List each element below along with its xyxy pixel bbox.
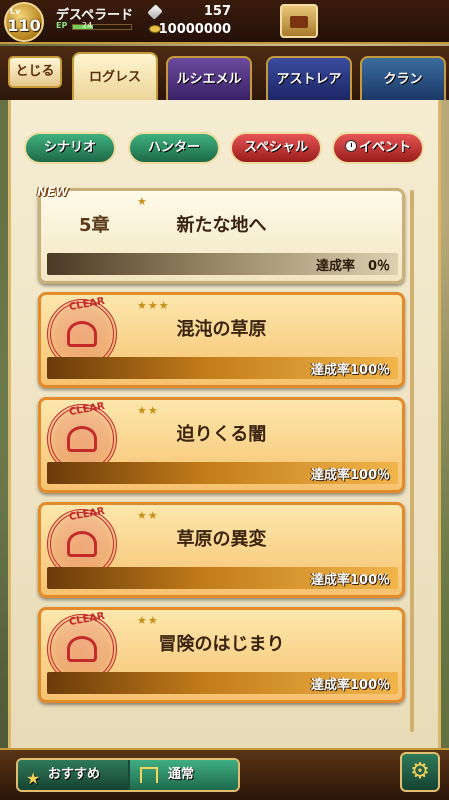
tab-logres[interactable]: ログレス xyxy=(72,52,158,100)
chapter-card-5[interactable]: NEW 5章 ★ 新たな地へ 達成率 0％ xyxy=(37,185,405,284)
gem-icon xyxy=(147,4,163,20)
progress-text: 達成率100％ xyxy=(310,468,390,483)
gold-count: 10000000 xyxy=(158,22,231,37)
sort-recommend-label: おすすめ xyxy=(48,767,101,782)
category-hunter-button[interactable]: ハンター xyxy=(128,132,220,164)
gear-icon[interactable]: ⚙ xyxy=(400,752,440,792)
player-name: デスペラード xyxy=(56,8,134,23)
chapter-card-2[interactable]: CLEAR ★★ 草原の異変 達成率100％ xyxy=(38,502,405,598)
book-icon[interactable] xyxy=(280,4,318,38)
bottom-bar: ★ おすすめ 通常 xyxy=(0,748,449,800)
star-rating: ★★ xyxy=(137,614,159,627)
gate-icon xyxy=(140,767,158,783)
category-event-button[interactable]: イベント xyxy=(332,132,424,164)
progress-bar: 達成率100％ xyxy=(47,462,398,484)
chapter-title: 冒険のはじまり xyxy=(158,634,285,655)
level-value: 110 xyxy=(7,16,41,35)
tab-lucieml[interactable]: ルシエメル xyxy=(166,56,252,100)
status-bar: Lv 110 デスペラード EP 24 157 10000000 xyxy=(0,0,449,44)
scrollbar[interactable] xyxy=(410,190,414,732)
progress-bar: 達成率100％ xyxy=(47,357,398,379)
ep-gauge: EP 24 xyxy=(56,21,134,32)
progress-text: 達成率100％ xyxy=(310,573,390,588)
category-special-button[interactable]: スペシャル xyxy=(230,132,322,164)
clear-stamp-label: CLEAR xyxy=(68,505,106,524)
level-prefix: Lv xyxy=(10,7,21,16)
category-scenario-button[interactable]: シナリオ xyxy=(24,132,116,164)
star-rating: ★ xyxy=(137,195,148,208)
category-event-label: イベント xyxy=(358,140,411,155)
tab-astrea[interactable]: アストレア xyxy=(266,56,352,100)
tab-row: とじる ログレス ルシエメル アストレア クラン xyxy=(0,46,449,100)
chapter-card-1[interactable]: CLEAR ★★ 冒険のはじまり 達成率100％ xyxy=(38,607,405,703)
star-rating: ★★★ xyxy=(137,299,170,312)
chapter-title: 新たな地へ xyxy=(176,215,267,236)
progress-bar: 達成率100％ xyxy=(47,672,398,694)
progress-text: 達成率100％ xyxy=(310,363,390,378)
chapter-card-4[interactable]: CLEAR ★★★ 混沌の草原 達成率100％ xyxy=(38,292,405,388)
ep-bar xyxy=(72,24,132,30)
ep-label: EP xyxy=(56,21,68,30)
level-badge: Lv 110 xyxy=(4,2,44,42)
progress-bar: 達成率 0％ xyxy=(47,253,398,275)
progress-bar: 達成率100％ xyxy=(47,567,398,589)
sort-normal-button[interactable]: 通常 xyxy=(130,760,238,790)
clear-stamp-label: CLEAR xyxy=(68,400,106,419)
ep-value: 24 xyxy=(82,21,93,30)
clear-stamp-label: CLEAR xyxy=(68,295,106,314)
chapter-card-3[interactable]: CLEAR ★★ 迫りくる闇 達成率100％ xyxy=(38,397,405,493)
progress-text: 達成率 0％ xyxy=(315,259,390,274)
clear-stamp-label: CLEAR xyxy=(68,610,106,629)
clock-icon xyxy=(344,140,357,152)
chapter-title: 草原の異変 xyxy=(176,529,267,550)
star-rating: ★★ xyxy=(137,404,159,417)
sort-toggle: ★ おすすめ 通常 xyxy=(16,758,240,792)
gem-count: 157 xyxy=(203,4,231,19)
star-icon: ★ xyxy=(26,769,41,788)
sort-normal-label: 通常 xyxy=(168,767,195,782)
chapter-title: 迫りくる闇 xyxy=(176,424,267,445)
new-badge: NEW xyxy=(37,185,69,199)
chapter-title: 混沌の草原 xyxy=(176,319,267,340)
progress-text: 達成率100％ xyxy=(310,678,390,693)
tab-clan[interactable]: クラン xyxy=(360,56,446,100)
sort-recommend-button[interactable]: ★ おすすめ xyxy=(18,760,128,790)
close-button[interactable]: とじる xyxy=(8,56,62,88)
star-rating: ★★ xyxy=(137,509,159,522)
